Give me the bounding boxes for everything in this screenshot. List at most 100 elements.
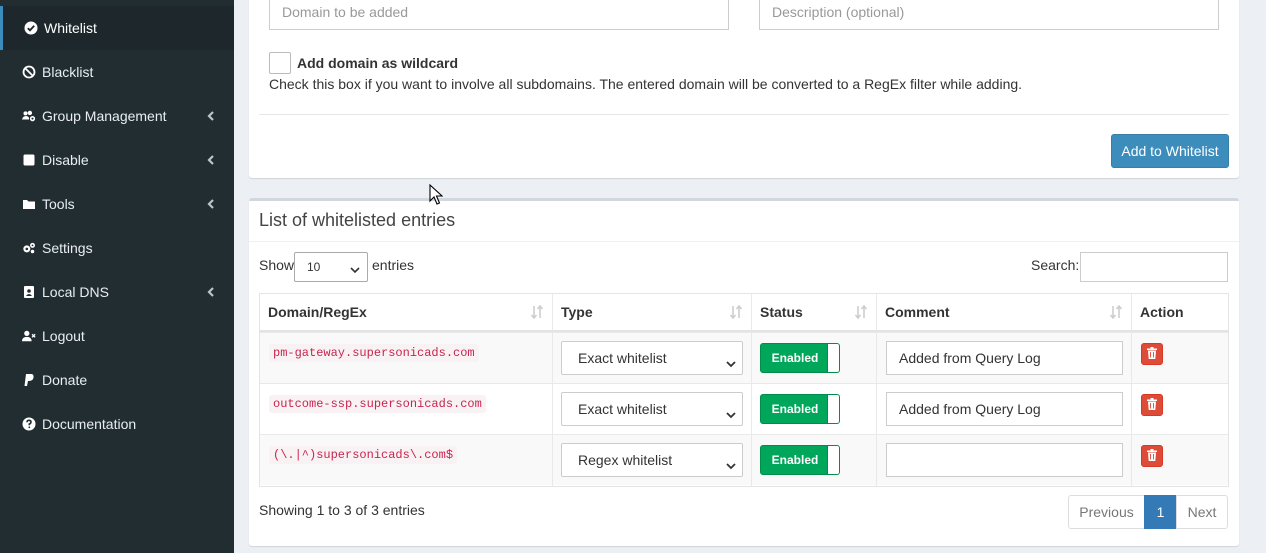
sidebar-item-label: Donate <box>42 372 88 388</box>
check-circle-icon <box>24 21 38 35</box>
sort-icon <box>1109 304 1123 320</box>
sidebar-item-donate[interactable]: Donate <box>0 358 234 402</box>
pagination-previous[interactable]: Previous <box>1068 495 1145 529</box>
column-header-status[interactable]: Status <box>752 294 877 332</box>
search-input[interactable] <box>1080 252 1228 282</box>
domain-code: (\.|^)supersonicads\.com$ <box>269 446 458 464</box>
status-toggle-label: Enabled <box>771 453 819 467</box>
sidebar-item-group-management[interactable]: Group Management <box>0 94 234 138</box>
address-book-icon <box>22 285 36 299</box>
comment-input[interactable]: Added from Query Log <box>886 392 1123 426</box>
type-select-value: Exact whitelist <box>578 401 667 417</box>
sidebar-item-label: Disable <box>42 152 89 168</box>
toggle-knob <box>827 446 839 474</box>
pagination-page-1[interactable]: 1 <box>1144 495 1177 529</box>
status-toggle-label: Enabled <box>771 402 819 416</box>
sidebar-item-local-dns[interactable]: Local DNS <box>0 270 234 314</box>
wildcard-checkbox[interactable] <box>269 52 291 74</box>
sidebar-item-label: Local DNS <box>42 284 109 300</box>
status-cell: Enabled <box>752 435 877 486</box>
sidebar-item-label: Blacklist <box>42 64 94 80</box>
user-times-icon <box>22 329 36 343</box>
description-input-placeholder: Description (optional) <box>772 4 905 20</box>
chevron-left-icon <box>206 197 216 211</box>
sidebar-item-logout[interactable]: Logout <box>0 314 234 358</box>
sidebar-item-label: Whitelist <box>44 20 97 36</box>
delete-button[interactable] <box>1141 445 1163 467</box>
domain-code: pm-gateway.supersonicads.com <box>269 344 479 362</box>
status-toggle[interactable]: Enabled <box>760 394 840 424</box>
cogs-icon <box>22 241 36 255</box>
sidebar-item-label: Documentation <box>42 416 137 432</box>
column-header-domain[interactable]: Domain/RegEx <box>260 294 553 332</box>
column-header-action: Action <box>1132 294 1228 332</box>
domain-input-placeholder: Domain to be added <box>282 4 409 20</box>
domain-cell: outcome-ssp.supersonicads.com <box>260 384 553 435</box>
column-header-type[interactable]: Type <box>553 294 752 332</box>
divider <box>249 241 1239 242</box>
divider <box>259 114 1229 115</box>
sidebar-item-tools[interactable]: Tools <box>0 182 234 226</box>
type-cell: Regex whitelist <box>553 435 752 486</box>
page-length-select[interactable]: 10 <box>294 252 368 282</box>
paypal-icon <box>22 373 36 387</box>
sidebar-item-label: Settings <box>42 240 93 256</box>
stop-square-icon <box>22 153 36 167</box>
action-cell <box>1132 384 1228 435</box>
column-header-label: Type <box>561 304 593 320</box>
chevron-left-icon <box>206 153 216 167</box>
list-title: List of whitelisted entries <box>259 210 456 230</box>
folder-icon <box>22 197 36 211</box>
type-cell: Exact whitelist <box>553 333 752 384</box>
toggle-knob <box>827 344 839 372</box>
page-length-value: 10 <box>307 260 321 274</box>
sidebar-item-label: Logout <box>42 328 85 344</box>
sort-icon <box>530 304 544 320</box>
chevron-left-icon <box>206 109 216 123</box>
mouse-cursor-icon <box>429 183 444 209</box>
status-toggle-label: Enabled <box>771 351 819 365</box>
type-select[interactable]: Exact whitelist <box>561 341 743 375</box>
status-cell: Enabled <box>752 333 877 384</box>
sidebar-item-blacklist[interactable]: Blacklist <box>0 50 234 94</box>
comment-value: Added from Query Log <box>899 401 1041 417</box>
wildcard-label: Add domain as wildcard <box>297 55 459 71</box>
pagination-next[interactable]: Next <box>1176 495 1228 529</box>
domain-cell: (\.|^)supersonicads\.com$ <box>260 435 553 486</box>
action-cell <box>1132 333 1228 384</box>
type-cell: Exact whitelist <box>553 384 752 435</box>
question-circle-icon <box>22 417 36 431</box>
column-header-label: Status <box>760 304 803 320</box>
toggle-knob <box>827 395 839 423</box>
table-row: pm-gateway.supersonicads.com Exact white… <box>260 332 1228 384</box>
column-header-comment[interactable]: Comment <box>877 294 1132 332</box>
whitelist-table: Domain/RegEx Type Status Comment Action … <box>259 293 1229 487</box>
delete-button[interactable] <box>1141 394 1163 416</box>
delete-button[interactable] <box>1141 343 1163 365</box>
chevron-down-icon <box>726 406 736 419</box>
table-row: (\.|^)supersonicads\.com$ Regex whitelis… <box>260 434 1228 486</box>
type-select[interactable]: Exact whitelist <box>561 392 743 426</box>
comment-input[interactable] <box>886 443 1123 477</box>
sidebar-item-settings[interactable]: Settings <box>0 226 234 270</box>
sidebar-item-documentation[interactable]: Documentation <box>0 402 234 446</box>
sidebar-item-whitelist[interactable]: Whitelist <box>0 6 234 50</box>
comment-value: Added from Query Log <box>899 350 1041 366</box>
trash-icon <box>1147 346 1157 362</box>
sidebar-item-disable[interactable]: Disable <box>0 138 234 182</box>
domain-input[interactable]: Domain to be added <box>269 0 729 30</box>
sidebar-item-label: Group Management <box>42 108 167 124</box>
type-select[interactable]: Regex whitelist <box>561 443 743 477</box>
status-toggle[interactable]: Enabled <box>760 445 840 475</box>
comment-input[interactable]: Added from Query Log <box>886 341 1123 375</box>
sidebar-item-label: Tools <box>42 196 75 212</box>
description-input[interactable]: Description (optional) <box>759 0 1219 30</box>
trash-icon <box>1147 448 1157 464</box>
chevron-left-icon <box>206 285 216 299</box>
chevron-down-icon <box>350 263 360 274</box>
add-to-whitelist-button[interactable]: Add to Whitelist <box>1111 134 1229 168</box>
comment-cell: Added from Query Log <box>877 384 1132 435</box>
status-toggle[interactable]: Enabled <box>760 343 840 373</box>
search-label: Search: <box>1031 257 1080 273</box>
type-select-value: Regex whitelist <box>578 452 673 468</box>
